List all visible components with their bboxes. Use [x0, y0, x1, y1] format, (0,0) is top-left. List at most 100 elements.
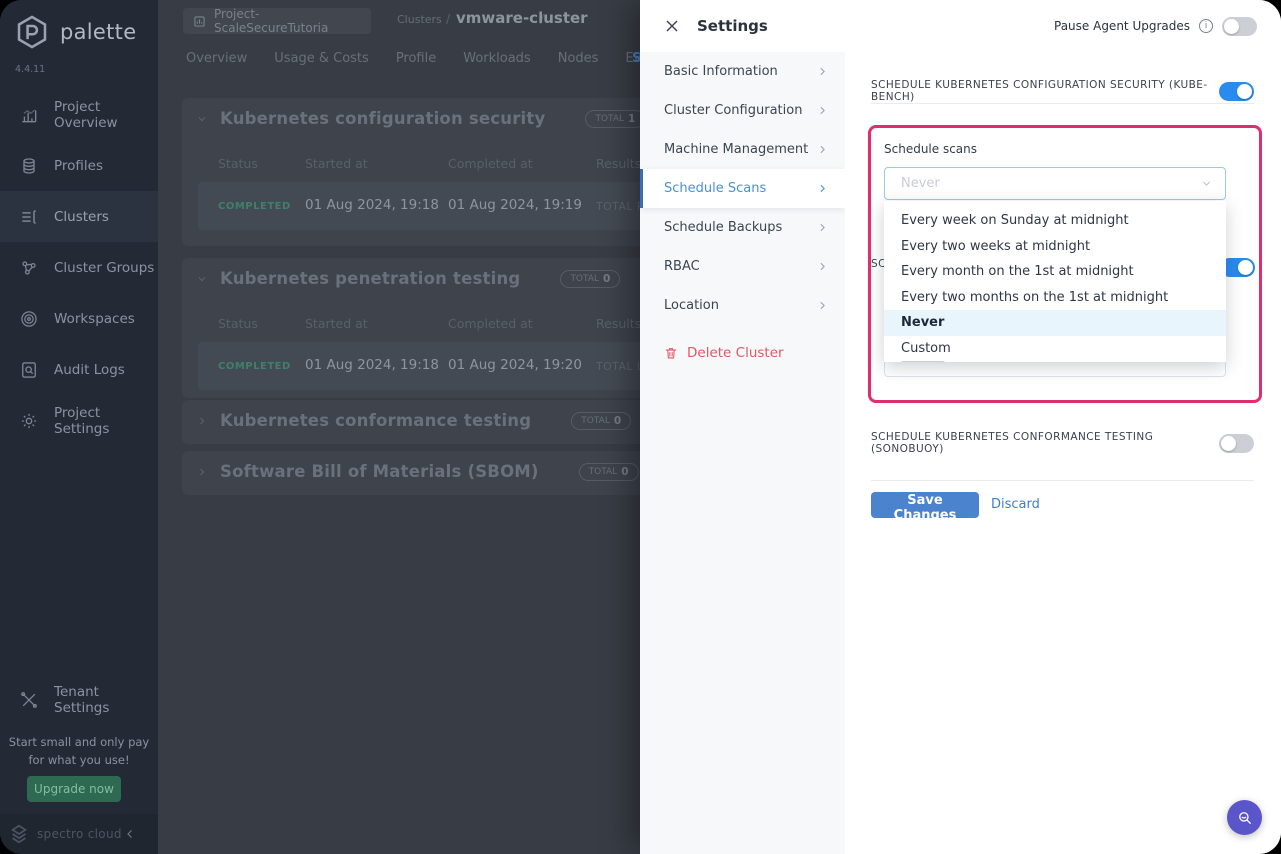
- close-icon[interactable]: [664, 18, 680, 34]
- total-label: TOTAL: [595, 114, 624, 124]
- total-count: 0: [621, 466, 628, 478]
- menu-item-label: Schedule Scans: [664, 181, 766, 196]
- pause-agent-upgrades-toggle[interactable]: [1222, 17, 1257, 36]
- total-badge: TOTAL 0: [579, 463, 639, 481]
- chevron-right-icon: [196, 466, 208, 478]
- schedule-scans-select[interactable]: Never: [884, 167, 1226, 200]
- sidebar-item-project-overview[interactable]: Project Overview: [0, 89, 158, 140]
- save-changes-button[interactable]: Save Changes: [871, 492, 979, 518]
- bar-chart-icon: [19, 105, 39, 125]
- menu-item-label: Schedule Backups: [664, 220, 782, 235]
- kube-bench-setting: SCHEDULE KUBERNETES CONFIGURATION SECURI…: [871, 80, 1254, 102]
- sidebar-item-project-settings[interactable]: Project Settings: [0, 395, 158, 446]
- menu-item-label: Cluster Configuration: [664, 103, 802, 118]
- settings-header: Settings Pause Agent Upgrades: [640, 0, 1281, 52]
- menu-item-schedule-backups[interactable]: Schedule Backups: [640, 208, 845, 247]
- gear-icon: [19, 411, 39, 431]
- project-selector[interactable]: Project-ScaleSecureTutoria: [183, 8, 371, 34]
- total-label: TOTAL: [581, 416, 610, 426]
- total-badge: TOTAL 0: [571, 412, 631, 430]
- col-results: Results: [596, 316, 641, 331]
- schedule-scans-value: Never: [901, 176, 940, 191]
- tab-usage-costs[interactable]: Usage & Costs: [274, 51, 369, 66]
- menu-item-label: Machine Management: [664, 142, 808, 157]
- menu-item-rbac[interactable]: RBAC: [640, 247, 845, 286]
- total-label: TOTAL: [589, 467, 618, 477]
- tab-nodes[interactable]: Nodes: [558, 51, 599, 66]
- menu-item-label: Basic Information: [664, 64, 778, 79]
- col-started-at: Started at: [305, 316, 368, 331]
- menu-item-cluster-configuration[interactable]: Cluster Configuration: [640, 91, 845, 130]
- total-badge: TOTAL 0: [560, 270, 620, 288]
- tab-profile[interactable]: Profile: [396, 51, 436, 66]
- section-title: Kubernetes penetration testing: [220, 269, 520, 288]
- option-every-month[interactable]: Every month on the 1st at midnight: [884, 259, 1226, 285]
- menu-item-label: Location: [664, 298, 719, 313]
- collapse-sidebar-icon[interactable]: [124, 828, 136, 840]
- project-selector-label: Project-ScaleSecureTutoria: [214, 7, 361, 35]
- completed-at-value: 01 Aug 2024, 19:20: [448, 357, 582, 373]
- chevron-down-icon: [196, 273, 208, 285]
- menu-item-schedule-scans[interactable]: Schedule Scans: [640, 169, 845, 208]
- discard-link[interactable]: Discard: [991, 497, 1040, 512]
- option-every-two-weeks[interactable]: Every two weeks at midnight: [884, 234, 1226, 260]
- trash-icon: [664, 346, 678, 360]
- cluster-tabs: Overview Usage & Costs Profile Workloads…: [186, 51, 669, 66]
- sidebar-item-workspaces[interactable]: Workspaces: [0, 293, 158, 344]
- chevron-right-icon: [816, 182, 829, 195]
- col-started-at: Started at: [305, 156, 368, 171]
- section-title: Kubernetes conformance testing: [220, 411, 531, 430]
- sidebar-item-clusters[interactable]: Clusters: [0, 191, 158, 242]
- sonobuoy-label: SCHEDULE KUBERNETES CONFORMANCE TESTING …: [871, 431, 1219, 455]
- promo-line-2: for what you use!: [0, 752, 158, 770]
- sidebar-item-tenant-settings[interactable]: Tenant Settings: [0, 675, 158, 725]
- menu-item-basic-information[interactable]: Basic Information: [640, 52, 845, 91]
- menu-item-machine-management[interactable]: Machine Management: [640, 130, 845, 169]
- started-at-value: 01 Aug 2024, 19:18: [305, 197, 439, 213]
- upgrade-now-button[interactable]: Upgrade now: [27, 776, 121, 802]
- divider: [871, 480, 1254, 481]
- brand-name: palette: [60, 20, 136, 44]
- schedule-scans-dropdown: Every week on Sunday at midnight Every t…: [884, 201, 1226, 362]
- option-never[interactable]: Never: [884, 310, 1226, 336]
- sidebar-item-label: Cluster Groups: [54, 260, 154, 276]
- kube-bench-toggle[interactable]: [1219, 82, 1254, 101]
- breadcrumb-clusters-link[interactable]: Clusters: [397, 13, 442, 26]
- col-status: Status: [218, 316, 258, 331]
- chevron-right-icon: [816, 299, 829, 312]
- schedule-scans-label: Schedule scans: [884, 142, 977, 156]
- promo-line-1: Start small and only pay: [0, 734, 158, 752]
- tab-workloads[interactable]: Workloads: [463, 51, 530, 66]
- menu-item-label: RBAC: [664, 259, 700, 274]
- help-search-button[interactable]: [1227, 800, 1262, 835]
- divider: [871, 103, 1254, 104]
- section-title: Kubernetes configuration security: [220, 109, 545, 128]
- chevron-right-icon: [196, 415, 208, 427]
- sidebar-item-label: Audit Logs: [54, 362, 125, 378]
- tab-scans-partial[interactable]: S: [632, 51, 640, 66]
- total-label: TOTAL: [570, 274, 599, 284]
- project-icon: [193, 15, 206, 28]
- tools-icon: [19, 690, 39, 710]
- sidebar-item-audit-logs[interactable]: Audit Logs: [0, 344, 158, 395]
- sonobuoy-setting: SCHEDULE KUBERNETES CONFORMANCE TESTING …: [871, 432, 1254, 454]
- sidebar-item-label: Project Settings: [54, 405, 158, 437]
- status-badge: COMPLETED: [218, 201, 291, 212]
- chevron-down-icon: [1200, 177, 1213, 190]
- sidebar-nav: Project Overview Profiles Clusters: [0, 89, 158, 446]
- delete-cluster-button[interactable]: Delete Cluster: [640, 329, 845, 377]
- section-title: Software Bill of Materials (SBOM): [220, 462, 539, 481]
- sidebar-item-profiles[interactable]: Profiles: [0, 140, 158, 191]
- option-every-week[interactable]: Every week on Sunday at midnight: [884, 208, 1226, 234]
- col-results: Results: [596, 156, 641, 171]
- sonobuoy-toggle[interactable]: [1219, 434, 1254, 453]
- sidebar: palette 4.4.11 Project Overview: [0, 0, 158, 854]
- info-icon[interactable]: [1199, 19, 1213, 33]
- option-every-two-months[interactable]: Every two months on the 1st at midnight: [884, 285, 1226, 311]
- total-count: 0: [614, 415, 621, 427]
- tab-overview[interactable]: Overview: [186, 51, 247, 66]
- chevron-right-icon: [816, 221, 829, 234]
- sidebar-item-cluster-groups[interactable]: Cluster Groups: [0, 242, 158, 293]
- option-custom[interactable]: Custom: [884, 336, 1226, 362]
- menu-item-location[interactable]: Location: [640, 286, 845, 325]
